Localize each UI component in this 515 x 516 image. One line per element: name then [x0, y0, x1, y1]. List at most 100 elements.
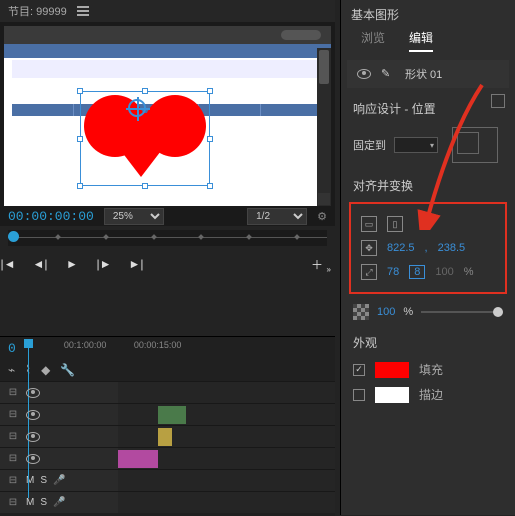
video-track: ⊟ — [0, 403, 335, 425]
resize-handle[interactable] — [77, 88, 83, 94]
stroke-swatch[interactable] — [375, 387, 409, 403]
stroke-label: 描边 — [419, 386, 443, 403]
appearance-heading: 外观 — [353, 334, 503, 357]
playback-bar: 00:00:00:00 25% 1/2 ⚙ — [0, 206, 335, 226]
mute-button[interactable]: M — [26, 497, 34, 508]
pin-diagram-icon[interactable] — [452, 127, 498, 163]
pin-dropdown[interactable]: ▾ — [394, 137, 438, 153]
eye-icon[interactable] — [26, 410, 40, 420]
responsive-heading: 响应设计 - 位置 — [353, 102, 436, 116]
opacity-icon — [353, 304, 369, 320]
marker-icon[interactable]: ◆ — [41, 363, 50, 377]
scale-w-field[interactable]: 78 — [387, 266, 399, 278]
panel-title: 基本图形 — [341, 0, 515, 29]
add-marker-button[interactable]: ＋ — [309, 256, 325, 272]
timecode[interactable]: 00:00:00:00 — [8, 209, 94, 224]
eye-icon[interactable] — [26, 432, 40, 442]
opacity-row: 100 % — [341, 298, 515, 326]
scale-h-field[interactable]: 8 — [409, 265, 425, 279]
selected-shape[interactable] — [80, 91, 210, 186]
stroke-row: 描边 — [353, 382, 503, 407]
audio-track: ⊟MS🎤 — [0, 469, 335, 491]
resize-handle[interactable] — [77, 183, 83, 189]
track-toggle-icon: ⊟ — [6, 497, 20, 508]
eye-icon[interactable] — [26, 388, 40, 398]
expand-icon[interactable] — [491, 94, 505, 108]
mock-bar — [4, 44, 331, 58]
snap-icon[interactable]: ⌁ — [8, 363, 15, 377]
mic-icon[interactable]: 🎤 — [53, 497, 65, 508]
layer-item[interactable]: ✎ 形状 01 — [347, 60, 509, 88]
fill-checkbox[interactable]: ✓ — [353, 364, 365, 376]
menu-icon[interactable] — [77, 4, 89, 18]
project-label: 节目: 99999 — [8, 3, 67, 19]
track-toggle-icon: ⊟ — [6, 431, 20, 442]
audio-track: ⊟ MS 🎤 — [0, 491, 335, 513]
fill-label: 填充 — [419, 361, 443, 378]
resize-handle[interactable] — [142, 183, 148, 189]
layer-name: 形状 01 — [405, 66, 442, 82]
align-heading: 对齐并变换 — [341, 167, 515, 198]
wrench-icon[interactable]: 🔧 — [60, 363, 75, 377]
mic-icon[interactable]: 🎤 — [53, 475, 65, 486]
program-monitor — [0, 22, 335, 206]
transport-controls: |◄ ◄| ► |► ►| ＋ — [0, 246, 335, 282]
timeline-ruler[interactable]: 00:1:00:00 00:00:15:00 — [24, 337, 335, 359]
play-button[interactable]: ► — [64, 256, 80, 272]
project-header: 节目: 99999 — [0, 0, 335, 22]
align-transform-group: ▭ ▯ ✥ 822.5 , 238.5 ⤢ 78 8 100 % — [349, 202, 507, 294]
resize-corner-icon[interactable] — [318, 193, 330, 205]
resize-handle[interactable] — [207, 183, 213, 189]
resize-handle[interactable] — [77, 136, 83, 142]
clip[interactable] — [158, 428, 172, 446]
align-horizontal-icon[interactable]: ▭ — [361, 216, 377, 232]
anchor-point-icon[interactable] — [128, 99, 146, 117]
timeline-tools: ⌁ ⌇ ◆ 🔧 — [0, 359, 335, 381]
track-toggle-icon: ⊟ — [6, 475, 20, 486]
timeline-playhead-icon[interactable] — [24, 339, 33, 348]
tab-edit[interactable]: 编辑 — [409, 29, 433, 52]
step-forward-button[interactable]: |► — [96, 256, 112, 272]
track-toggle-icon: ⊟ — [6, 387, 20, 398]
fill-row: ✓ 填充 — [353, 357, 503, 382]
opacity-field[interactable]: 100 — [377, 306, 395, 318]
clip[interactable] — [158, 406, 186, 424]
video-track: ⊟ — [0, 425, 335, 447]
tracks: ⊟ ⊟ ⊟ ⊟ ⊟ MS 🎤 ⊟ MS 🎤 — [0, 381, 335, 513]
video-track: ⊟ — [0, 381, 335, 403]
time-ruler[interactable] — [8, 230, 327, 246]
resize-handle[interactable] — [207, 136, 213, 142]
goto-next-button[interactable]: ►| — [128, 256, 144, 272]
align-vertical-icon[interactable]: ▯ — [387, 216, 403, 232]
position-y-field[interactable]: 238.5 — [438, 242, 466, 254]
eye-icon[interactable] — [357, 69, 371, 79]
solo-button[interactable]: S — [40, 475, 47, 486]
responsive-section: 响应设计 - 位置 — [341, 90, 515, 123]
preview-scrollbar[interactable] — [317, 48, 331, 206]
preview-canvas[interactable] — [4, 26, 331, 206]
solo-button[interactable]: S — [40, 497, 47, 508]
ruler-mark: 00:1:00:00 — [64, 340, 107, 350]
stroke-checkbox[interactable] — [353, 389, 365, 401]
fill-swatch[interactable] — [375, 362, 409, 378]
position-icon: ✥ — [361, 240, 377, 256]
resolution-select[interactable]: 1/2 — [247, 208, 307, 225]
clip[interactable] — [118, 450, 158, 468]
opacity-slider[interactable] — [421, 311, 503, 313]
panel-tabs: 浏览 编辑 — [341, 29, 515, 58]
zoom-select[interactable]: 25% — [104, 208, 164, 225]
timeline-panel: 0 00:1:00:00 00:00:15:00 ⌁ ⌇ ◆ 🔧 ⊟ ⊟ ⊟ ⊟… — [0, 336, 335, 516]
eye-icon[interactable] — [26, 454, 40, 464]
position-x-field[interactable]: 822.5 — [387, 242, 415, 254]
goto-prev-button[interactable]: |◄ — [0, 256, 16, 272]
timeline-timecode[interactable]: 0 — [0, 341, 24, 356]
resize-handle[interactable] — [142, 88, 148, 94]
step-back-button[interactable]: ◄| — [32, 256, 48, 272]
settings-icon[interactable]: ⚙ — [317, 210, 327, 223]
video-track: ⊟ — [0, 447, 335, 469]
playhead-icon[interactable] — [8, 231, 19, 242]
resize-handle[interactable] — [207, 88, 213, 94]
slider-knob[interactable] — [493, 307, 503, 317]
tab-browse[interactable]: 浏览 — [361, 29, 385, 52]
track-toggle-icon: ⊟ — [6, 453, 20, 464]
